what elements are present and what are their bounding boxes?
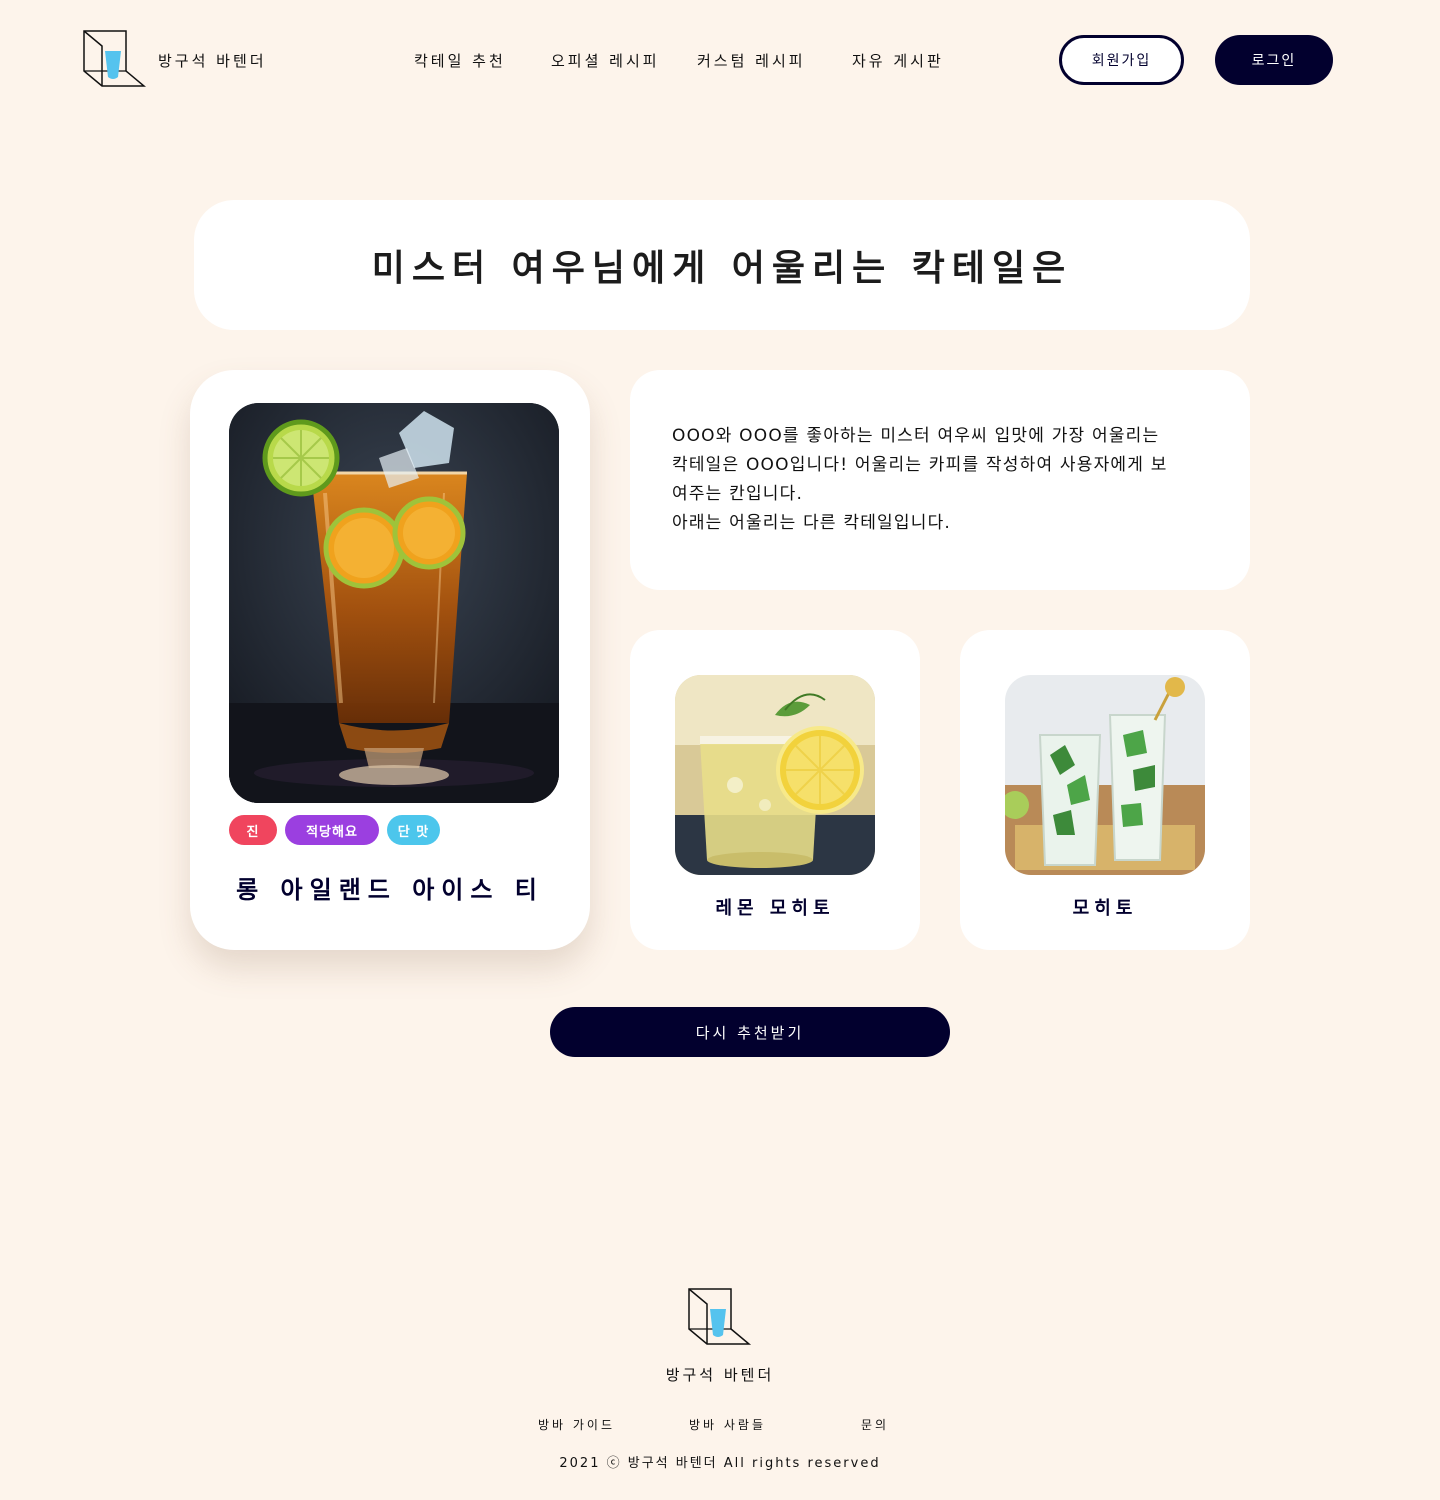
footer-logo-cup-icon — [688, 1288, 752, 1345]
description-box: OOO와 OOO를 좋아하는 미스터 여우씨 입맛에 가장 어울리는 칵테일은 … — [630, 370, 1250, 590]
cocktail-name-lemon-mojito: 레몬 모히토 — [715, 898, 835, 919]
description-line: 여주는 칸입니다. — [672, 484, 804, 504]
footer-logo[interactable] — [686, 1287, 752, 1351]
main-cocktail-name: 롱 아일랜드 아이스 티 — [236, 876, 544, 904]
nav-cocktail-recommend[interactable]: 칵테일 추천 — [414, 50, 506, 71]
nav-custom-recipe[interactable]: 커스텀 레시피 — [697, 50, 806, 71]
footer-logo-text: 방구석 바텐더 — [665, 1366, 775, 1384]
flavor-tags: 진 적당해요 단 맛 — [229, 815, 440, 845]
retry-recommend-button[interactable]: 다시 추천받기 — [550, 1007, 950, 1057]
tag-sweet[interactable]: 단 맛 — [387, 815, 440, 845]
nav-free-board[interactable]: 자유 게시판 — [852, 50, 944, 71]
main-cocktail-card[interactable]: 진 적당해요 단 맛 롱 아일랜드 아이스 티 — [190, 370, 590, 950]
headline-box: 미스터 여우님에게 어울리는 칵테일은 — [194, 200, 1250, 330]
description-line: 칵테일은 OOO입니다! 어울리는 카피를 작성하여 사용자에게 보 — [672, 455, 1168, 475]
lemon-mojito-photo — [675, 675, 875, 875]
copyright-text: 2021 ⓒ 방구석 바텐더 All rights reserved — [559, 1456, 881, 1471]
cocktail-card-mojito[interactable]: 모히토 — [960, 630, 1250, 950]
cocktail-card-lemon-mojito[interactable]: 레몬 모히토 — [630, 630, 920, 950]
long-island-iced-tea-photo — [229, 403, 559, 803]
footer-link-guide[interactable]: 방바 가이드 — [538, 1416, 615, 1433]
cocktail-name-mojito: 모히토 — [1072, 898, 1138, 919]
tag-strength[interactable]: 적당해요 — [285, 815, 379, 845]
description-line: 아래는 어울리는 다른 칵테일입니다. — [672, 513, 952, 533]
page-title: 미스터 여우님에게 어울리는 칵테일은 — [371, 248, 1073, 289]
footer-link-people[interactable]: 방바 사람들 — [689, 1416, 766, 1433]
description-line: OOO와 OOO를 좋아하는 미스터 여우씨 입맛에 가장 어울리는 — [672, 426, 1160, 446]
tag-gin[interactable]: 진 — [229, 815, 277, 845]
mojito-photo — [1005, 675, 1205, 875]
nav-official-recipe[interactable]: 오피셜 레시피 — [551, 50, 660, 71]
footer-link-contact[interactable]: 문의 — [861, 1416, 889, 1433]
login-button[interactable]: 로그인 — [1215, 35, 1333, 85]
signup-button[interactable]: 회원가입 — [1059, 35, 1184, 85]
